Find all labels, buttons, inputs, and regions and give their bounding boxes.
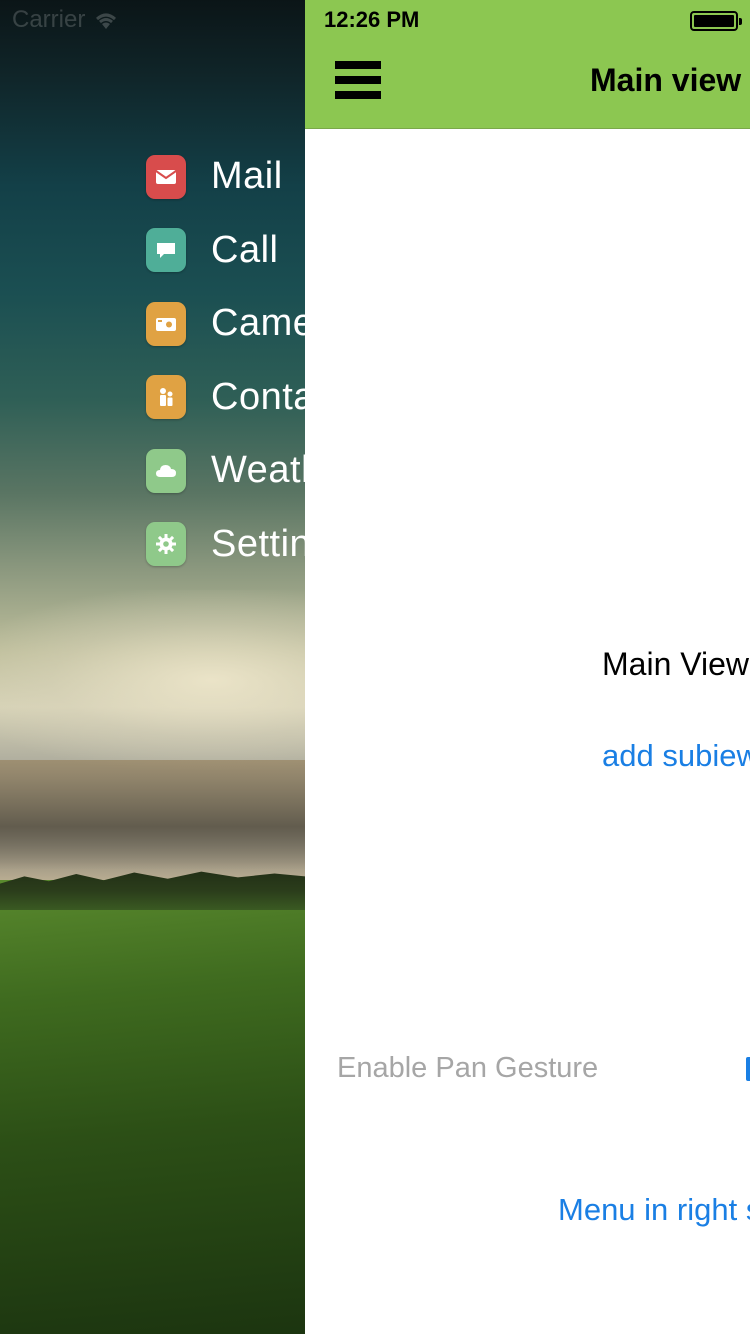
menu-toggle-button[interactable] xyxy=(335,58,381,102)
status-bar: 12:26 PM xyxy=(305,0,750,40)
menu-item-contacts[interactable]: Contacts xyxy=(146,361,305,435)
main-view-panel: 12:26 PM Main view Main View add subiew … xyxy=(305,0,750,1334)
wifi-icon xyxy=(93,9,119,31)
navigation-bar: 12:26 PM Main view xyxy=(305,0,750,129)
contacts-icon xyxy=(146,375,186,420)
menu-item-label: Mail xyxy=(211,155,283,198)
menu-item-call[interactable]: Call xyxy=(146,214,305,288)
add-subview-button[interactable]: add subiew xyxy=(602,738,750,774)
carrier-label: Carrier xyxy=(12,6,86,33)
grass-field xyxy=(0,880,305,1334)
chat-bubble-icon xyxy=(146,228,186,273)
gear-icon xyxy=(146,522,186,567)
menu-item-label: Settings xyxy=(211,522,305,565)
menu-item-label: Weather xyxy=(211,449,305,492)
status-bar-left: Carrier xyxy=(12,6,119,34)
side-menu-background: Carrier Mail Call Camera xyxy=(0,0,305,1334)
main-view-label: Main View xyxy=(602,646,750,682)
pan-gesture-toggle[interactable] xyxy=(746,1057,750,1081)
menu-right-side-button[interactable]: Menu in right side xyxy=(558,1192,750,1228)
menu-item-label: Contacts xyxy=(211,375,305,418)
cloud-icon xyxy=(146,448,186,493)
status-time: 12:26 PM xyxy=(324,7,420,32)
menu-item-mail[interactable]: Mail xyxy=(146,140,305,214)
horizon-haze xyxy=(0,760,305,870)
mail-icon xyxy=(146,154,186,199)
side-menu-list: Mail Call Camera Contacts Weather xyxy=(146,140,305,581)
menu-item-label: Camera xyxy=(211,302,305,345)
hamburger-icon xyxy=(335,61,381,69)
menu-item-label: Call xyxy=(211,228,279,271)
menu-item-settings[interactable]: Settings xyxy=(146,508,305,582)
battery-icon xyxy=(690,11,742,31)
page-title: Main view xyxy=(590,62,742,98)
sky-glow xyxy=(0,590,305,770)
camera-icon xyxy=(146,301,186,346)
menu-item-camera[interactable]: Camera xyxy=(146,287,305,361)
pan-gesture-label: Enable Pan Gesture xyxy=(337,1052,599,1084)
menu-item-weather[interactable]: Weather xyxy=(146,434,305,508)
